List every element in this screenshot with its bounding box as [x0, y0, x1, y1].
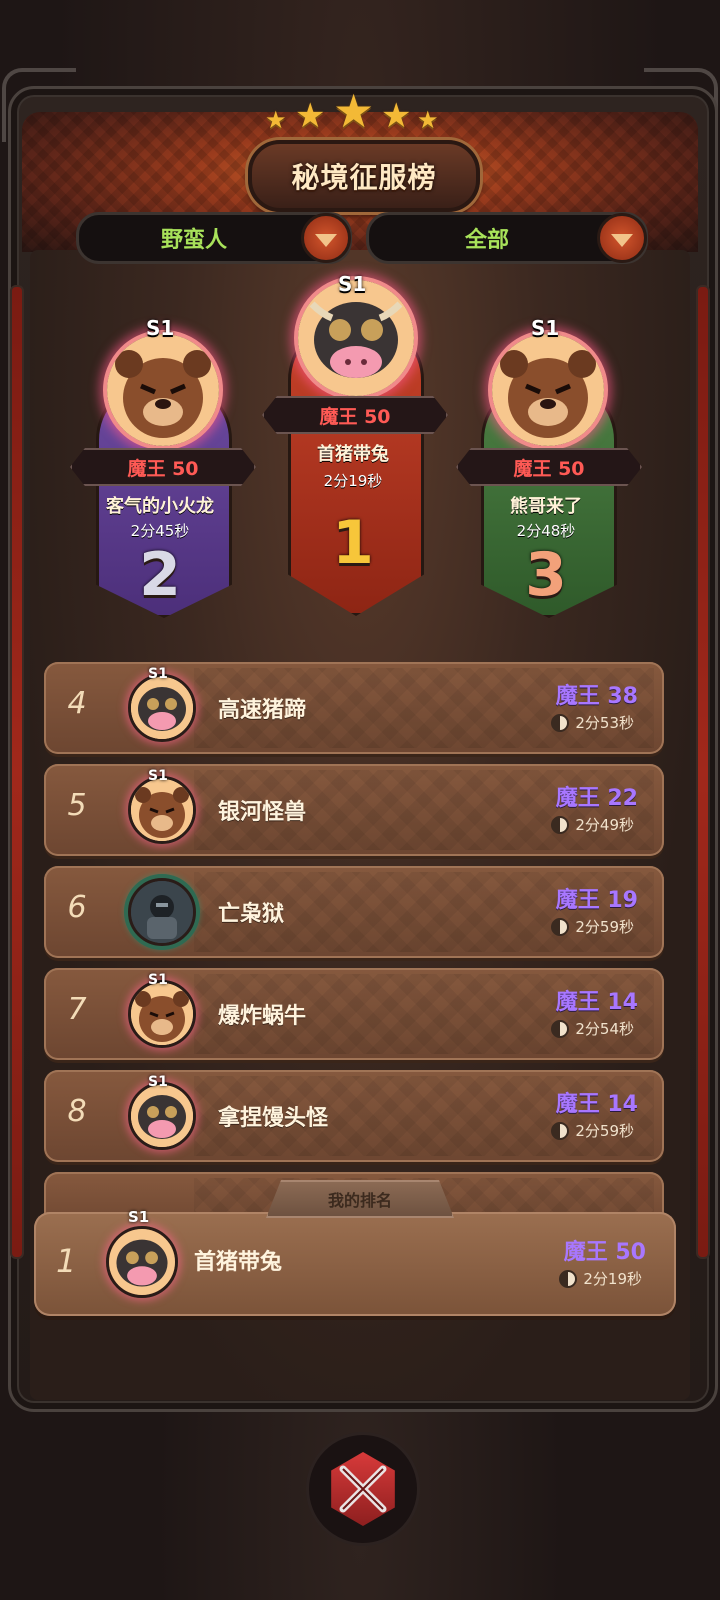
bear-avatar-icon — [128, 776, 196, 844]
my-rank-row[interactable]: 1 S1 首猪带兔 魔王 50 2分19秒 — [34, 1208, 676, 1316]
clear-time: 2分48秒 — [516, 522, 576, 540]
level-text: 魔王 19 — [555, 888, 638, 913]
my-rank-tab: 我的排名 — [266, 1180, 454, 1218]
leaderboard-row[interactable]: 5 S1 银河怪兽 魔王 22 2分49秒 — [44, 764, 664, 856]
player-name: 爆炸蜗牛 — [218, 1004, 307, 1029]
star-icon: ★ — [381, 96, 412, 136]
player-name: 客气的小火龙 — [106, 496, 214, 517]
star-icon: ★ — [417, 106, 439, 134]
clear-time-group: 2分54秒 — [551, 1018, 634, 1039]
level-text: 魔王 50 — [127, 457, 199, 480]
clock-icon — [551, 917, 570, 936]
page-title: 秘境征服榜 — [291, 161, 437, 194]
cow-avatar-icon — [128, 1082, 196, 1150]
clear-time: 2分54秒 — [575, 1020, 634, 1038]
leaderboard-row[interactable]: 6 亡枭狱 魔王 19 2分59秒 — [44, 866, 664, 958]
cow-avatar-icon — [128, 674, 196, 742]
clock-icon — [551, 1121, 570, 1140]
clear-time: 2分19秒 — [323, 472, 383, 490]
level-text: 魔王 14 — [555, 990, 638, 1015]
rank-number: 7 — [67, 992, 87, 1027]
my-rank-tab-label: 我的排名 — [327, 1191, 392, 1210]
my-rank-number: 1 — [56, 1242, 77, 1280]
rating-stars: ★ ★ ★ ★ ★ — [265, 84, 455, 140]
chevron-down-icon[interactable] — [301, 213, 351, 263]
level-plate: 魔王 50 — [456, 448, 642, 486]
rank-number: 3 — [525, 540, 567, 610]
player-name: 首猪带兔 — [194, 1250, 283, 1275]
bear-avatar-icon — [128, 980, 196, 1048]
season-badge: S1 — [338, 272, 367, 296]
bear-avatar-icon — [488, 330, 608, 450]
season-badge: S1 — [148, 768, 168, 784]
star-icon: ★ — [333, 84, 375, 138]
level-text: 魔王 50 — [319, 405, 391, 428]
cow-avatar-icon — [106, 1226, 178, 1298]
season-badge: S1 — [148, 666, 168, 682]
season-badge: S1 — [148, 972, 168, 988]
clear-time-group: 2分19秒 — [559, 1268, 642, 1289]
level-text: 魔王 38 — [555, 684, 638, 709]
clear-time: 2分45秒 — [130, 522, 190, 540]
leaderboard-row[interactable]: 7 S1 爆炸蜗牛 魔王 14 2分54秒 — [44, 968, 664, 1060]
bear-avatar-icon — [103, 330, 223, 450]
level-text: 魔王 22 — [555, 786, 638, 811]
rank-number: 2 — [139, 540, 181, 610]
season-badge: S1 — [531, 316, 560, 340]
clear-time: 2分53秒 — [575, 714, 634, 732]
level-plate: 魔王 50 — [70, 448, 256, 486]
clear-time-group: 2分59秒 — [551, 1120, 634, 1141]
close-icon[interactable] — [331, 1452, 395, 1526]
clear-time-group: 2分53秒 — [551, 712, 634, 733]
clear-time: 2分49秒 — [575, 816, 634, 834]
level-text: 魔王 14 — [555, 1092, 638, 1117]
player-name: 银河怪兽 — [218, 800, 307, 825]
class-filter-dropdown[interactable]: 野蛮人 — [76, 212, 352, 264]
season-badge: S1 — [128, 1208, 150, 1226]
knight-avatar-icon — [128, 878, 196, 946]
star-icon: ★ — [295, 96, 326, 136]
rank-number: 5 — [67, 788, 87, 823]
left-rail — [10, 285, 24, 1259]
clear-time-group: 2分59秒 — [551, 916, 634, 937]
clock-icon — [551, 1019, 570, 1038]
player-name: 首猪带兔 — [317, 444, 389, 465]
level-plate: 魔王 50 — [262, 396, 448, 434]
level-text: 魔王 50 — [563, 1240, 646, 1265]
player-name: 熊哥来了 — [510, 496, 582, 517]
clock-icon — [551, 815, 570, 834]
leaderboard-row[interactable]: 4 S1 高速猪蹄 魔王 38 2分53秒 — [44, 662, 664, 754]
chevron-down-icon[interactable] — [597, 213, 647, 263]
clear-time-group: 2分49秒 — [551, 814, 634, 835]
clear-time: 2分19秒 — [583, 1270, 642, 1288]
player-name: 拿捏馒头怪 — [218, 1106, 329, 1131]
level-text: 魔王 50 — [513, 457, 585, 480]
right-rail — [696, 285, 710, 1259]
close-button[interactable] — [306, 1432, 420, 1546]
leaderboard-row[interactable]: 8 S1 拿捏馒头怪 魔王 14 2分59秒 — [44, 1070, 664, 1162]
page-title-plaque: 秘境征服榜 — [248, 140, 480, 212]
rank-number: 1 — [332, 508, 374, 578]
rank-number: 4 — [67, 686, 87, 721]
rank-number: 6 — [67, 890, 87, 925]
player-name: 亡枭狱 — [218, 902, 285, 927]
clear-time: 2分59秒 — [575, 1122, 634, 1140]
scope-filter-dropdown[interactable]: 全部 — [366, 212, 648, 264]
clock-icon — [559, 1269, 578, 1288]
rank-number: 8 — [67, 1094, 87, 1129]
clear-time: 2分59秒 — [575, 918, 634, 936]
season-badge: S1 — [148, 1074, 168, 1090]
player-name: 高速猪蹄 — [218, 698, 307, 723]
star-icon: ★ — [265, 106, 287, 134]
clock-icon — [551, 713, 570, 732]
season-badge: S1 — [146, 316, 175, 340]
